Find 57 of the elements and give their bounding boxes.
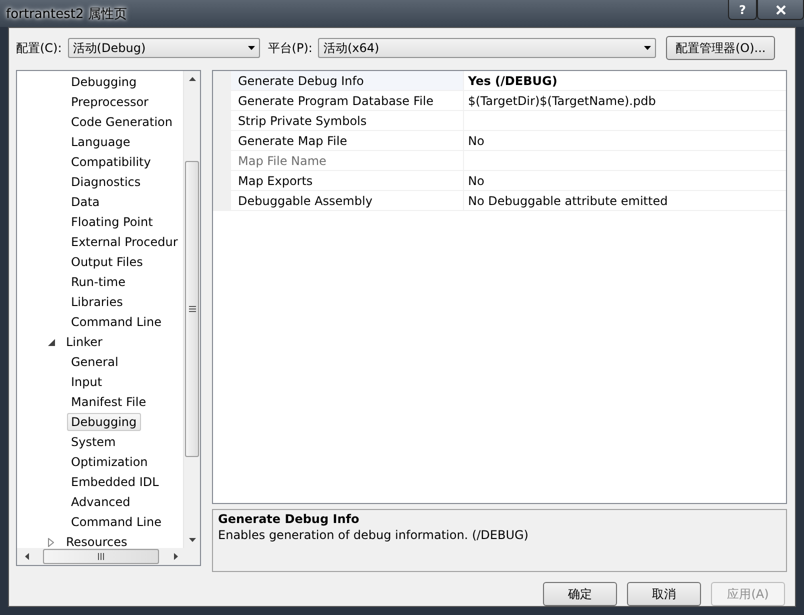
property-value[interactable]: No Debuggable attribute emitted [468, 194, 668, 208]
tree-item[interactable]: Language [67, 133, 134, 151]
tree-item[interactable]: Command Line [67, 313, 166, 331]
scroll-up-arrow-icon[interactable] [188, 77, 196, 81]
tree-item[interactable]: Resources [62, 533, 132, 548]
horizontal-scrollbar[interactable] [17, 548, 200, 565]
scroll-down-arrow-icon[interactable] [188, 538, 196, 542]
configuration-label: 配置(C): [16, 40, 62, 56]
property-value[interactable]: No [468, 174, 484, 188]
grip-icon [98, 553, 104, 560]
tree-item[interactable]: External Procedur [67, 233, 182, 251]
description-title: Generate Debug Info [218, 512, 360, 526]
tree-item[interactable]: Code Generation [67, 113, 176, 131]
tree-item[interactable]: Embedded IDL [67, 473, 163, 491]
description-text: Enables generation of debug information. (/DEBUG) [218, 528, 528, 542]
tree-item[interactable]: Optimization [67, 453, 152, 471]
tree-item[interactable]: Compatibility [67, 153, 155, 171]
dropdown-arrow-icon [644, 46, 652, 50]
dropdown-arrow-icon [248, 46, 255, 50]
tree-item[interactable]: Libraries [67, 293, 127, 311]
dialog-button[interactable]: 确定 [543, 582, 617, 606]
tree-item[interactable]: Data [67, 193, 104, 211]
help-button[interactable]: ? [728, 0, 757, 20]
property-value[interactable]: No [468, 134, 484, 148]
configuration-manager-button[interactable]: 配置管理器(O)... [666, 36, 775, 60]
collapsed-arrow-icon[interactable] [48, 538, 54, 546]
platform-dropdown[interactable]: 活动(x64) [318, 38, 656, 58]
tree-item[interactable]: Preprocessor [67, 93, 152, 111]
close-button[interactable] [757, 0, 804, 20]
expanded-arrow-icon[interactable] [48, 338, 55, 346]
tree-item[interactable]: System [67, 433, 120, 451]
scroll-thumb[interactable] [43, 549, 159, 564]
tree-item[interactable]: Command Line [67, 513, 166, 531]
tree-item[interactable]: Diagnostics [67, 173, 145, 191]
tree-item[interactable]: Debugging [67, 413, 141, 431]
window-title: fortrantest2 属性页 [6, 6, 127, 23]
property-value[interactable]: $(TargetDir)$(TargetName).pdb [468, 94, 656, 108]
scroll-thumb[interactable] [185, 161, 199, 457]
tree-item[interactable]: Advanced [67, 493, 134, 511]
tree-item[interactable]: Manifest File [67, 393, 150, 411]
property-value[interactable]: Yes (/DEBUG) [468, 74, 558, 88]
tree-item[interactable]: Input [67, 373, 106, 391]
dialog-button[interactable]: 取消 [627, 582, 701, 606]
tree-item[interactable]: Floating Point [67, 213, 157, 231]
tree-item[interactable]: Output Files [67, 253, 147, 271]
tree-item[interactable]: Run-time [67, 273, 130, 291]
scroll-right-arrow-icon[interactable] [174, 553, 178, 560]
configuration-dropdown[interactable]: 活动(Debug) [68, 38, 260, 58]
vertical-scrollbar[interactable] [183, 71, 200, 548]
tree-item[interactable]: Linker [62, 333, 106, 351]
property-name[interactable]: Generate Debug Info [231, 71, 464, 90]
platform-label: 平台(P): [268, 40, 312, 56]
tree-item[interactable]: Debugging [67, 73, 141, 91]
tree-item[interactable]: General [67, 353, 122, 371]
close-icon [776, 4, 786, 14]
grip-icon [188, 306, 196, 312]
scroll-left-arrow-icon[interactable] [25, 553, 29, 560]
